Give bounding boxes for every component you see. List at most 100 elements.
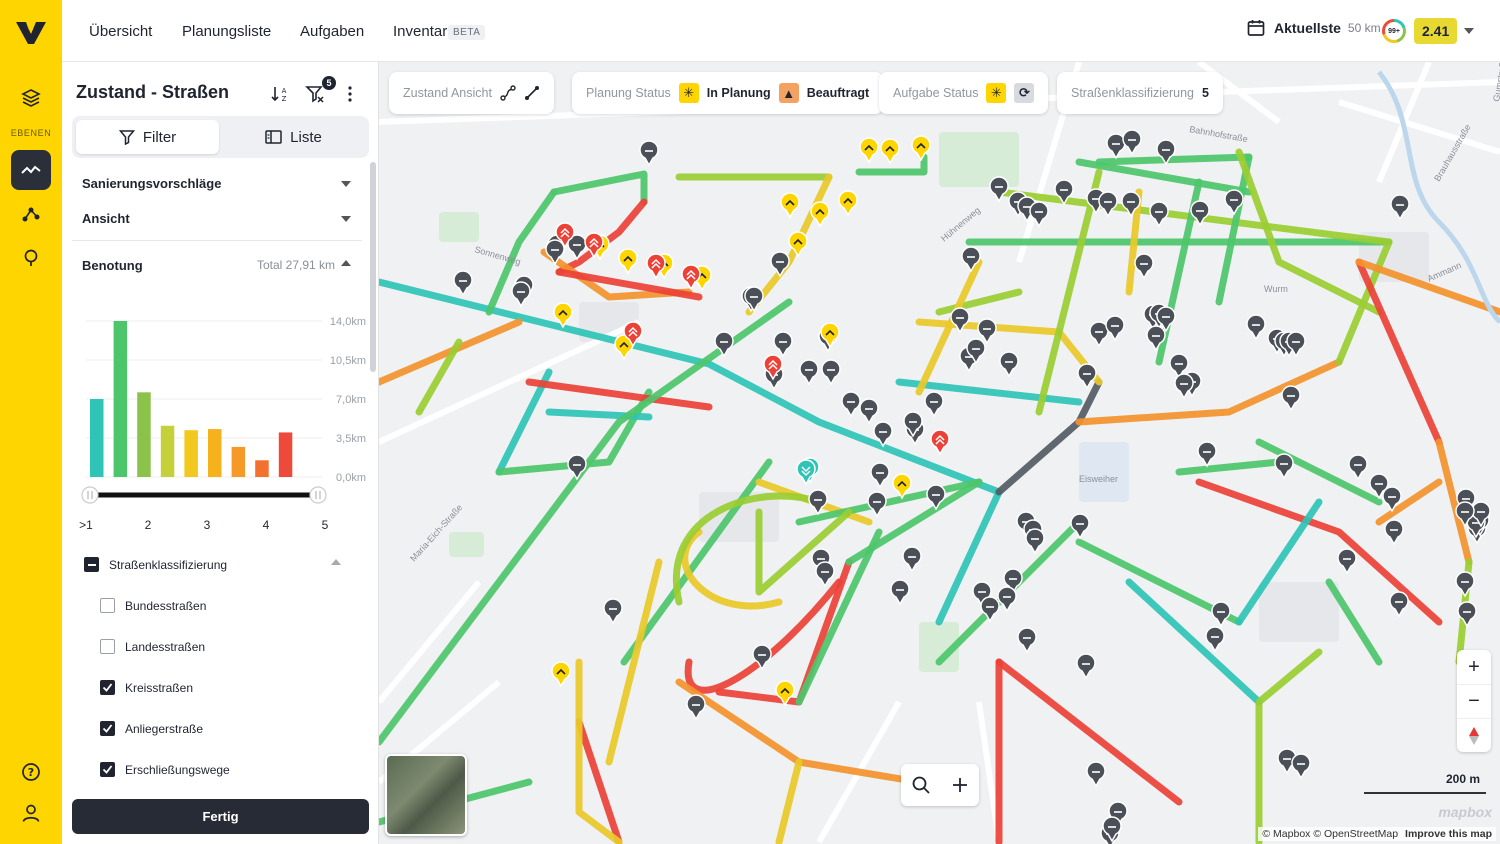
map-marker[interactable] [1205, 626, 1225, 653]
map-marker[interactable] [1122, 129, 1142, 156]
zustand-chip[interactable]: Zustand Ansicht [389, 72, 554, 114]
map-marker[interactable] [1149, 201, 1169, 228]
map-marker[interactable] [1291, 753, 1311, 780]
road-segment[interactable] [995, 658, 1183, 806]
map-marker[interactable] [815, 561, 835, 588]
map-marker[interactable] [1098, 191, 1118, 218]
map-marker[interactable] [930, 429, 950, 456]
road-segment[interactable] [1175, 458, 1283, 476]
map-marker[interactable] [1197, 441, 1217, 468]
map-marker[interactable] [808, 489, 828, 516]
map-marker[interactable] [867, 491, 887, 518]
road-segment[interactable] [1075, 158, 1253, 196]
filter-clear-icon[interactable] [305, 84, 325, 104]
classification-group[interactable]: Straßenklassifizierung [84, 557, 227, 572]
map-marker[interactable] [1211, 601, 1231, 628]
classification-item[interactable]: Anliegerstraße [100, 721, 203, 736]
nav-uebersicht[interactable]: Übersicht [89, 23, 152, 40]
checkbox[interactable] [100, 639, 115, 654]
map-marker[interactable] [551, 661, 571, 688]
klassifizierung-chip[interactable]: Straßenklassifizierung 5 [1057, 72, 1223, 114]
classification-item[interactable]: Erschließungswege [100, 762, 230, 777]
road-segment[interactable] [379, 278, 1003, 496]
map-marker[interactable] [1106, 133, 1126, 160]
map-marker[interactable] [1105, 315, 1125, 342]
map-marker[interactable] [838, 190, 858, 217]
map-marker[interactable] [880, 138, 900, 165]
benotung-header[interactable]: Benotung [82, 258, 143, 273]
map-marker[interactable] [603, 598, 623, 625]
classification-item[interactable]: Kreisstraßen [100, 680, 193, 695]
panel-scrollbar[interactable] [370, 162, 376, 372]
tab-filter[interactable]: Filter [76, 120, 219, 154]
map-marker[interactable] [859, 137, 879, 164]
satellite-toggle[interactable] [385, 754, 467, 836]
sort-icon[interactable]: A Z [270, 84, 290, 104]
map-marker[interactable] [796, 459, 816, 486]
network-layer-button[interactable] [11, 194, 51, 234]
zoom-out-icon[interactable]: − [1457, 684, 1491, 718]
chevron-down-icon[interactable] [1464, 28, 1474, 34]
map-marker[interactable] [989, 176, 1009, 203]
done-button[interactable]: Fertig [72, 799, 369, 834]
map-marker[interactable] [780, 192, 800, 219]
road-segment[interactable] [525, 378, 713, 411]
road-segment[interactable] [1095, 153, 1253, 166]
map-marker[interactable] [1076, 653, 1096, 680]
road-segment[interactable] [550, 170, 648, 206]
planung-chip[interactable]: Planung Status ✳ In Planung ▲ Beauftragt [572, 72, 884, 114]
range-slider-handle[interactable] [309, 486, 327, 504]
chevron-up-icon[interactable] [331, 559, 341, 565]
map-marker[interactable] [1455, 571, 1475, 598]
road-segment[interactable] [620, 458, 773, 666]
map-canvas[interactable]: Sonnenweg Maria-Eich-Straße Bahnhofstraße H… [379, 62, 1500, 844]
map-marker[interactable] [997, 586, 1017, 613]
map-marker[interactable] [1246, 314, 1266, 341]
map-marker[interactable] [639, 140, 659, 167]
checked-checkbox[interactable] [100, 680, 115, 695]
help-button[interactable]: ? [11, 752, 51, 792]
map-marker[interactable] [686, 694, 706, 721]
map-marker[interactable] [1389, 591, 1409, 618]
map-marker[interactable] [890, 579, 910, 606]
map-marker[interactable] [1017, 627, 1037, 654]
range-slider-handle[interactable] [81, 486, 99, 504]
sanierung-dropdown[interactable]: Sanierungsvorschläge [82, 176, 221, 191]
map-marker[interactable] [773, 331, 793, 358]
pin-layer-button[interactable] [11, 238, 51, 278]
app-logo-icon[interactable] [14, 18, 48, 46]
condition-layer-button[interactable] [11, 150, 51, 190]
road-segment[interactable] [681, 528, 783, 610]
classification-item[interactable]: Bundesstraßen [100, 598, 206, 613]
classification-item[interactable]: Landesstraßen [100, 639, 205, 654]
map-marker[interactable] [799, 359, 819, 386]
map-marker[interactable] [841, 391, 861, 418]
checkbox[interactable] [100, 598, 115, 613]
map-marker[interactable] [1070, 513, 1090, 540]
map-marker[interactable] [999, 351, 1019, 378]
map-marker[interactable] [770, 251, 790, 278]
map-marker[interactable] [511, 281, 531, 308]
map-marker[interactable] [902, 546, 922, 573]
map-marker[interactable] [1274, 453, 1294, 480]
map-marker[interactable] [681, 264, 701, 291]
map-marker[interactable] [1390, 194, 1410, 221]
map-marker[interactable] [1384, 519, 1404, 546]
road-segment[interactable] [1255, 648, 1323, 844]
road-segment[interactable] [775, 758, 803, 844]
checked-checkbox[interactable] [100, 762, 115, 777]
map-marker[interactable] [1337, 548, 1357, 575]
road-segment[interactable] [935, 288, 1023, 316]
map-marker[interactable] [1281, 385, 1301, 412]
chevron-up-icon[interactable] [341, 260, 351, 266]
user-button[interactable] [11, 793, 51, 833]
map-marker[interactable] [924, 391, 944, 418]
map-marker[interactable] [1086, 761, 1106, 788]
map-marker[interactable] [1077, 363, 1097, 390]
checked-checkbox[interactable] [100, 721, 115, 736]
add-icon[interactable] [951, 776, 969, 794]
compass-icon[interactable] [1457, 718, 1491, 752]
map-marker[interactable] [859, 398, 879, 425]
road-segment[interactable] [379, 318, 523, 386]
map-marker[interactable] [453, 270, 473, 297]
